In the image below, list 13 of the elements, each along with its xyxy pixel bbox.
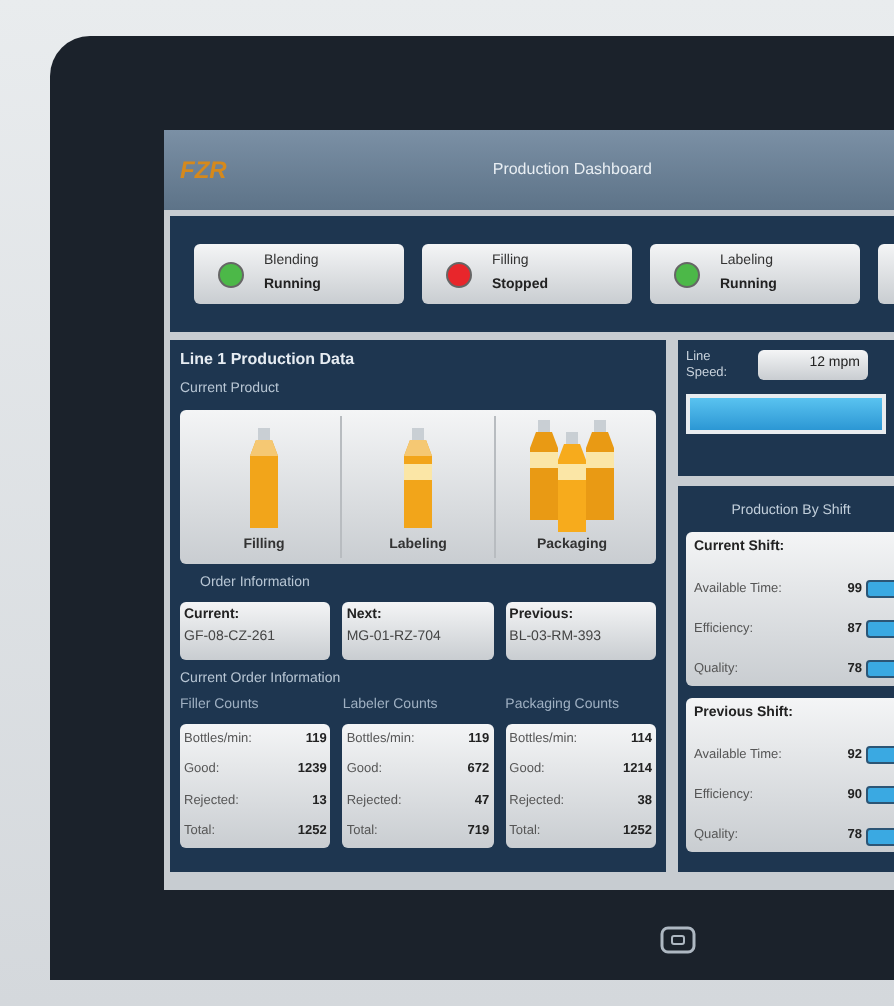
window-title: Production Dashboard <box>490 158 654 182</box>
bottle-icon <box>248 428 280 532</box>
home-button-icon[interactable] <box>659 926 695 954</box>
meter-bar <box>866 620 894 639</box>
bottle-icon <box>402 428 434 532</box>
panel-title: Line 1 Production Data <box>180 348 357 372</box>
meter-bar <box>866 579 894 598</box>
meter-bar <box>866 660 894 679</box>
bottles-icon <box>528 420 616 532</box>
meter-bar <box>866 786 894 805</box>
meter-bar <box>866 746 894 765</box>
meter-bar <box>866 827 894 846</box>
logo: FZR <box>180 154 227 188</box>
